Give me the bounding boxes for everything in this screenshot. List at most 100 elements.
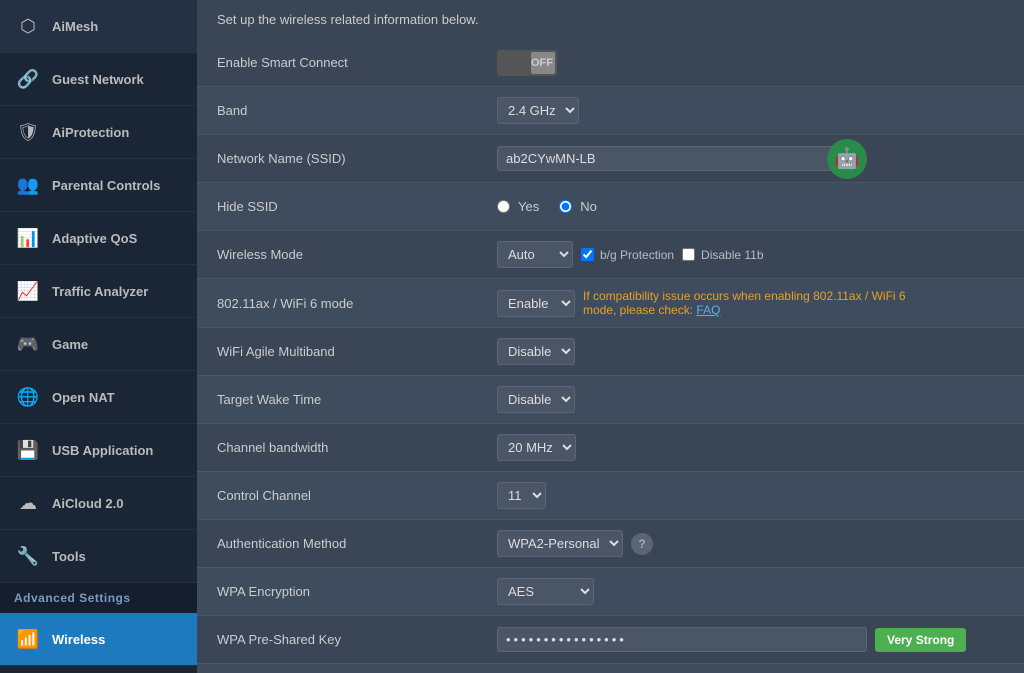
ssid-wrapper: 🤖 <box>497 146 877 171</box>
sidebar-item-aimesh[interactable]: ⬡ AiMesh <box>0 0 197 53</box>
sidebar-label-guest-network: Guest Network <box>52 72 144 87</box>
select-wifi6[interactable]: Enable Disable <box>497 290 575 317</box>
control-wpa-encryption: AES TKIP TKIP+AES <box>497 578 1004 605</box>
adaptive-qos-icon: 📊 <box>14 224 42 252</box>
label-hide-ssid: Hide SSID <box>217 199 497 214</box>
select-target-wake-time[interactable]: Disable Enable <box>497 386 575 413</box>
sidebar-label-wireless: Wireless <box>52 632 105 647</box>
game-icon: 🎮 <box>14 330 42 358</box>
checkbox-bg-protection[interactable] <box>581 248 594 261</box>
control-wpa-psk: Very Strong <box>497 627 1004 652</box>
row-ssid: Network Name (SSID) 🤖 <box>197 135 1024 183</box>
control-auth-method: WPA2-Personal WPA3-Personal Open System … <box>497 530 1004 557</box>
sidebar-label-aimesh: AiMesh <box>52 19 98 34</box>
sidebar-item-tools[interactable]: 🔧 Tools <box>0 530 197 583</box>
wireless-icon: 📶 <box>14 625 42 653</box>
select-band[interactable]: 2.4 GHz 5 GHz <box>497 97 579 124</box>
sidebar-item-parental-controls[interactable]: 👥 Parental Controls <box>0 159 197 212</box>
checkbox-disable-11b[interactable] <box>682 248 695 261</box>
input-wpa-psk[interactable] <box>497 627 867 652</box>
row-wpa-psk: WPA Pre-Shared Key Very Strong <box>197 616 1024 664</box>
label-smart-connect: Enable Smart Connect <box>217 55 497 70</box>
select-wpa-encryption[interactable]: AES TKIP TKIP+AES <box>497 578 594 605</box>
label-wifi6: 802.11ax / WiFi 6 mode <box>217 296 497 311</box>
sidebar-item-aicloud[interactable]: ☁ AiCloud 2.0 <box>0 477 197 530</box>
control-control-channel: 1234 5678 91011 <box>497 482 1004 509</box>
control-band: 2.4 GHz 5 GHz <box>497 97 1004 124</box>
guest-network-icon: 🔗 <box>14 65 42 93</box>
label-band: Band <box>217 103 497 118</box>
sidebar-label-usb-application: USB Application <box>52 443 153 458</box>
label-target-wake-time: Target Wake Time <box>217 392 497 407</box>
page-description: Set up the wireless related information … <box>197 0 1024 39</box>
sidebar-item-aiprotection[interactable]: 🛡 AiProtection <box>0 106 197 159</box>
wifi6-info-text: If compatibility issue occurs when enabl… <box>583 289 933 317</box>
label-wifi-agile: WiFi Agile Multiband <box>217 344 497 359</box>
disable-11b-label[interactable]: Disable 11b <box>682 248 763 262</box>
sidebar-label-aicloud: AiCloud 2.0 <box>52 496 124 511</box>
sidebar-item-usb-application[interactable]: 💾 USB Application <box>0 424 197 477</box>
bg-protection-label[interactable]: b/g Protection <box>581 248 674 262</box>
auth-method-help-icon[interactable]: ? <box>631 533 653 555</box>
sidebar-label-aiprotection: AiProtection <box>52 125 129 140</box>
row-target-wake-time: Target Wake Time Disable Enable <box>197 376 1024 424</box>
input-ssid[interactable] <box>497 146 857 171</box>
sidebar-label-adaptive-qos: Adaptive QoS <box>52 231 137 246</box>
control-ssid: 🤖 <box>497 146 1004 171</box>
control-channel-bandwidth: 20 MHz 40 MHz 80 MHz <box>497 434 1004 461</box>
sidebar-item-guest-network[interactable]: 🔗 Guest Network <box>0 53 197 106</box>
sidebar-label-parental-controls: Parental Controls <box>52 178 160 193</box>
row-auth-method: Authentication Method WPA2-Personal WPA3… <box>197 520 1024 568</box>
faq-link[interactable]: FAQ <box>696 303 720 317</box>
sidebar-item-traffic-analyzer[interactable]: 📈 Traffic Analyzer <box>0 265 197 318</box>
open-nat-icon: 🌐 <box>14 383 42 411</box>
sidebar-item-game[interactable]: 🎮 Game <box>0 318 197 371</box>
select-wifi-agile[interactable]: Disable Enable <box>497 338 575 365</box>
label-wpa-encryption: WPA Encryption <box>217 584 497 599</box>
sidebar-label-traffic-analyzer: Traffic Analyzer <box>52 284 148 299</box>
control-wireless-mode: Auto Legacy N only b/g Protection Disabl… <box>497 241 1004 268</box>
control-wifi-agile: Disable Enable <box>497 338 1004 365</box>
label-channel-bandwidth: Channel bandwidth <box>217 440 497 455</box>
sidebar-item-wireless[interactable]: 📶 Wireless <box>0 613 197 666</box>
control-smart-connect: OFF <box>497 50 1004 76</box>
sidebar-item-adaptive-qos[interactable]: 📊 Adaptive QoS <box>0 212 197 265</box>
row-control-channel: Control Channel 1234 5678 91011 <box>197 472 1024 520</box>
tools-icon: 🔧 <box>14 542 42 570</box>
select-wireless-mode[interactable]: Auto Legacy N only <box>497 241 573 268</box>
row-pmf: Protected Management Frames Disable Capa… <box>197 664 1024 673</box>
select-control-channel[interactable]: 1234 5678 91011 <box>497 482 546 509</box>
row-hide-ssid: Hide SSID Yes No <box>197 183 1024 231</box>
sidebar-label-tools: Tools <box>52 549 86 564</box>
main-content: Set up the wireless related information … <box>197 0 1024 673</box>
label-wireless-mode: Wireless Mode <box>217 247 497 262</box>
control-wifi6: Enable Disable If compatibility issue oc… <box>497 289 1004 317</box>
toggle-smart-connect[interactable]: OFF <box>497 50 557 76</box>
row-smart-connect: Enable Smart Connect OFF <box>197 39 1024 87</box>
row-wireless-mode: Wireless Mode Auto Legacy N only b/g Pro… <box>197 231 1024 279</box>
sidebar-label-open-nat: Open NAT <box>52 390 115 405</box>
aicloud-icon: ☁ <box>14 489 42 517</box>
traffic-analyzer-icon: 📈 <box>14 277 42 305</box>
select-channel-bandwidth[interactable]: 20 MHz 40 MHz 80 MHz <box>497 434 576 461</box>
label-auth-method: Authentication Method <box>217 536 497 551</box>
label-control-channel: Control Channel <box>217 488 497 503</box>
radio-hide-ssid-yes[interactable] <box>497 200 510 213</box>
control-target-wake-time: Disable Enable <box>497 386 1004 413</box>
row-wifi6: 802.11ax / WiFi 6 mode Enable Disable If… <box>197 279 1024 328</box>
sidebar-item-open-nat[interactable]: 🌐 Open NAT <box>0 371 197 424</box>
radio-hide-ssid-no[interactable] <box>559 200 572 213</box>
radio-yes-label[interactable]: Yes <box>497 199 539 214</box>
aimesh-icon: ⬡ <box>14 12 42 40</box>
parental-controls-icon: 👥 <box>14 171 42 199</box>
advanced-settings-header: Advanced Settings <box>0 583 197 613</box>
aiprotection-icon: 🛡 <box>14 118 42 146</box>
select-auth-method[interactable]: WPA2-Personal WPA3-Personal Open System <box>497 530 623 557</box>
toggle-off-text: OFF <box>531 57 553 69</box>
chat-support-icon[interactable]: 🤖 <box>827 139 867 179</box>
row-wifi-agile: WiFi Agile Multiband Disable Enable <box>197 328 1024 376</box>
label-ssid: Network Name (SSID) <box>217 151 497 166</box>
label-wpa-psk: WPA Pre-Shared Key <box>217 632 497 647</box>
radio-no-label[interactable]: No <box>559 199 597 214</box>
usb-application-icon: 💾 <box>14 436 42 464</box>
